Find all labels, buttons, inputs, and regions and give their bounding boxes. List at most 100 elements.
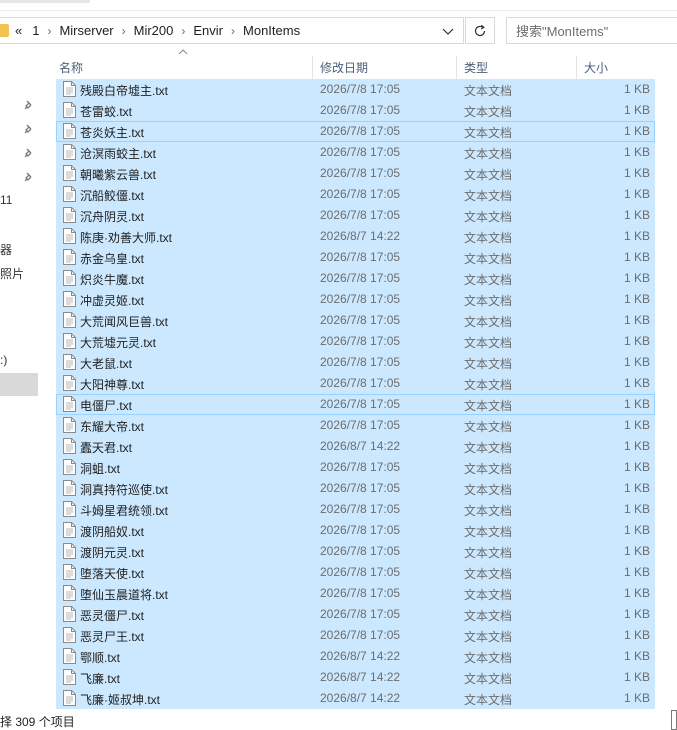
nav-item-label[interactable]: 器 — [0, 241, 12, 258]
file-row[interactable]: 蠹天君.txt 2026/8/7 14:22 文本文档 1 KB — [56, 436, 655, 457]
pin-icon[interactable] — [24, 100, 34, 110]
address-bar[interactable]: « 1 › Mirserver › Mir200 › Envir › MonIt… — [0, 17, 464, 44]
nav-item-label[interactable]: 11 — [0, 193, 12, 207]
file-name[interactable]: 赤金乌皇.txt — [80, 250, 144, 267]
file-type: 文本文档 — [464, 462, 513, 476]
file-row[interactable]: 苍炎妖主.txt 2026/7/8 17:05 文本文档 1 KB — [56, 121, 655, 142]
refresh-button[interactable] — [465, 17, 495, 44]
nav-item-selected[interactable] — [0, 373, 38, 396]
file-name[interactable]: 陈庚·劝善大师.txt — [80, 229, 172, 246]
breadcrumb-overflow[interactable]: « — [15, 23, 22, 38]
file-row[interactable]: 东耀大帝.txt 2026/7/8 17:05 文本文档 1 KB — [56, 415, 655, 436]
file-name[interactable]: 渡阴船奴.txt — [80, 523, 144, 540]
file-type: 文本文档 — [464, 483, 513, 497]
file-name[interactable]: 电僵尸.txt — [80, 397, 132, 414]
file-row[interactable]: 渡阴船奴.txt 2026/7/8 17:05 文本文档 1 KB — [56, 520, 655, 541]
file-name[interactable]: 大荒墟元灵.txt — [80, 334, 156, 351]
file-row[interactable]: 洞真持符巡使.txt 2026/7/8 17:05 文本文档 1 KB — [56, 478, 655, 499]
column-size[interactable]: 大小 — [584, 59, 608, 76]
file-row[interactable]: 残殿白帝墟主.txt 2026/7/8 17:05 文本文档 1 KB — [56, 79, 655, 100]
file-name[interactable]: 沧溟雨蛟主.txt — [80, 145, 156, 162]
file-name[interactable]: 蠹天君.txt — [80, 439, 132, 456]
file-name[interactable]: 洞真持符巡使.txt — [80, 481, 168, 498]
file-row[interactable]: 朝曦紫云兽.txt 2026/7/8 17:05 文本文档 1 KB — [56, 163, 655, 184]
pin-icon[interactable] — [24, 124, 34, 134]
file-row[interactable]: 大阳神尊.txt 2026/7/8 17:05 文本文档 1 KB — [56, 373, 655, 394]
file-name[interactable]: 大老鼠.txt — [80, 355, 132, 372]
file-name[interactable]: 东耀大帝.txt — [80, 418, 144, 435]
file-row[interactable]: 恶灵尸王.txt 2026/7/8 17:05 文本文档 1 KB — [56, 625, 655, 646]
file-row[interactable]: 大老鼠.txt 2026/7/8 17:05 文本文档 1 KB — [56, 352, 655, 373]
file-name[interactable]: 鄂顺.txt — [80, 649, 120, 666]
column-date[interactable]: 修改日期 — [320, 59, 368, 76]
file-name[interactable]: 苍雷蛟.txt — [80, 103, 132, 120]
file-row[interactable]: 大荒墟元灵.txt 2026/7/8 17:05 文本文档 1 KB — [56, 331, 655, 352]
file-name[interactable]: 堕落天使.txt — [80, 565, 144, 582]
breadcrumb-separator-icon[interactable]: › — [231, 24, 235, 38]
file-row[interactable]: 苍雷蛟.txt 2026/7/8 17:05 文本文档 1 KB — [56, 100, 655, 121]
file-name[interactable]: 恶灵僵尸.txt — [80, 607, 144, 624]
file-name[interactable]: 恶灵尸王.txt — [80, 628, 144, 645]
file-type: 文本文档 — [464, 252, 513, 266]
breadcrumb-item[interactable]: Mir200 — [134, 23, 174, 38]
file-row[interactable]: 沉船鲛僵.txt 2026/7/8 17:05 文本文档 1 KB — [56, 184, 655, 205]
file-row[interactable]: 沧溟雨蛟主.txt 2026/7/8 17:05 文本文档 1 KB — [56, 142, 655, 163]
pin-icon[interactable] — [24, 148, 34, 158]
file-row[interactable]: 鄂顺.txt 2026/8/7 14:22 文本文档 1 KB — [56, 646, 655, 667]
file-size: 1 KB — [623, 481, 650, 495]
file-type: 文本文档 — [464, 504, 513, 518]
search-input[interactable]: 搜索"MonItems" — [506, 17, 677, 44]
breadcrumb-separator-icon[interactable]: › — [122, 24, 126, 38]
file-name[interactable]: 冲虚灵姬.txt — [80, 292, 144, 309]
file-modified-date: 2026/7/8 17:05 — [320, 292, 401, 306]
file-row[interactable]: 炽炎牛魔.txt 2026/7/8 17:05 文本文档 1 KB — [56, 268, 655, 289]
file-modified-date: 2026/7/8 17:05 — [320, 523, 401, 537]
file-name[interactable]: 大阳神尊.txt — [80, 376, 144, 393]
file-name[interactable]: 炽炎牛魔.txt — [80, 271, 144, 288]
file-name[interactable]: 朝曦紫云兽.txt — [80, 166, 156, 183]
scrollbar-thumb[interactable] — [671, 710, 677, 730]
file-row[interactable]: 堕落天使.txt 2026/7/8 17:05 文本文档 1 KB — [56, 562, 655, 583]
file-row[interactable]: 洞蛆.txt 2026/7/8 17:05 文本文档 1 KB — [56, 457, 655, 478]
file-row[interactable]: 飞廉.txt 2026/8/7 14:22 文本文档 1 KB — [56, 667, 655, 688]
file-row[interactable]: 沉舟阴灵.txt 2026/7/8 17:05 文本文档 1 KB — [56, 205, 655, 226]
file-row[interactable]: 大荒闻风巨兽.txt 2026/7/8 17:05 文本文档 1 KB — [56, 310, 655, 331]
file-type: 文本文档 — [464, 315, 513, 329]
file-row[interactable]: 陈庚·劝善大师.txt 2026/8/7 14:22 文本文档 1 KB — [56, 226, 655, 247]
navigation-pane[interactable]: 11 器 照片 :) — [0, 48, 40, 708]
file-name[interactable]: 残殿白帝墟主.txt — [80, 82, 168, 99]
file-row[interactable]: 电僵尸.txt 2026/7/8 17:05 文本文档 1 KB — [56, 394, 655, 415]
file-name[interactable]: 渡阴元灵.txt — [80, 544, 144, 561]
file-name[interactable]: 堕仙玉晨道将.txt — [80, 586, 168, 603]
file-name[interactable]: 飞廉.txt — [80, 670, 120, 687]
breadcrumb-item[interactable]: Mirserver — [59, 23, 113, 38]
file-name[interactable]: 斗姆星君统领.txt — [80, 502, 168, 519]
file-size: 1 KB — [623, 187, 650, 201]
file-name[interactable]: 洞蛆.txt — [80, 460, 120, 477]
breadcrumb-item[interactable]: MonItems — [243, 23, 300, 38]
pin-icon[interactable] — [24, 172, 34, 182]
file-name[interactable]: 苍炎妖主.txt — [80, 124, 144, 141]
file-row[interactable]: 冲虚灵姬.txt 2026/7/8 17:05 文本文档 1 KB — [56, 289, 655, 310]
nav-item-label[interactable]: 照片 — [0, 265, 24, 282]
text-file-icon — [63, 564, 76, 580]
file-name[interactable]: 飞廉·姬叔坤.txt — [80, 691, 160, 708]
column-type[interactable]: 类型 — [464, 59, 488, 76]
breadcrumb-separator-icon[interactable]: › — [181, 24, 185, 38]
column-name[interactable]: 名称 — [59, 59, 83, 76]
file-name[interactable]: 沉舟阴灵.txt — [80, 208, 144, 225]
file-row[interactable]: 堕仙玉晨道将.txt 2026/7/8 17:05 文本文档 1 KB — [56, 583, 655, 604]
file-row[interactable]: 飞廉·姬叔坤.txt 2026/8/7 14:22 文本文档 1 KB — [56, 688, 655, 709]
nav-item-label[interactable]: :) — [0, 353, 7, 367]
file-row[interactable]: 渡阴元灵.txt 2026/7/8 17:05 文本文档 1 KB — [56, 541, 655, 562]
file-row[interactable]: 赤金乌皇.txt 2026/7/8 17:05 文本文档 1 KB — [56, 247, 655, 268]
breadcrumb-item[interactable]: Envir — [193, 23, 223, 38]
breadcrumb-separator-icon[interactable]: › — [47, 24, 51, 38]
file-name[interactable]: 大荒闻风巨兽.txt — [80, 313, 168, 330]
breadcrumb-item[interactable]: 1 — [32, 23, 39, 38]
file-list[interactable]: 残殿白帝墟主.txt 2026/7/8 17:05 文本文档 1 KB 苍雷蛟.txt 2… — [56, 79, 655, 709]
chevron-down-icon[interactable] — [441, 24, 455, 38]
file-row[interactable]: 恶灵僵尸.txt 2026/7/8 17:05 文本文档 1 KB — [56, 604, 655, 625]
file-name[interactable]: 沉船鲛僵.txt — [80, 187, 144, 204]
file-row[interactable]: 斗姆星君统领.txt 2026/7/8 17:05 文本文档 1 KB — [56, 499, 655, 520]
